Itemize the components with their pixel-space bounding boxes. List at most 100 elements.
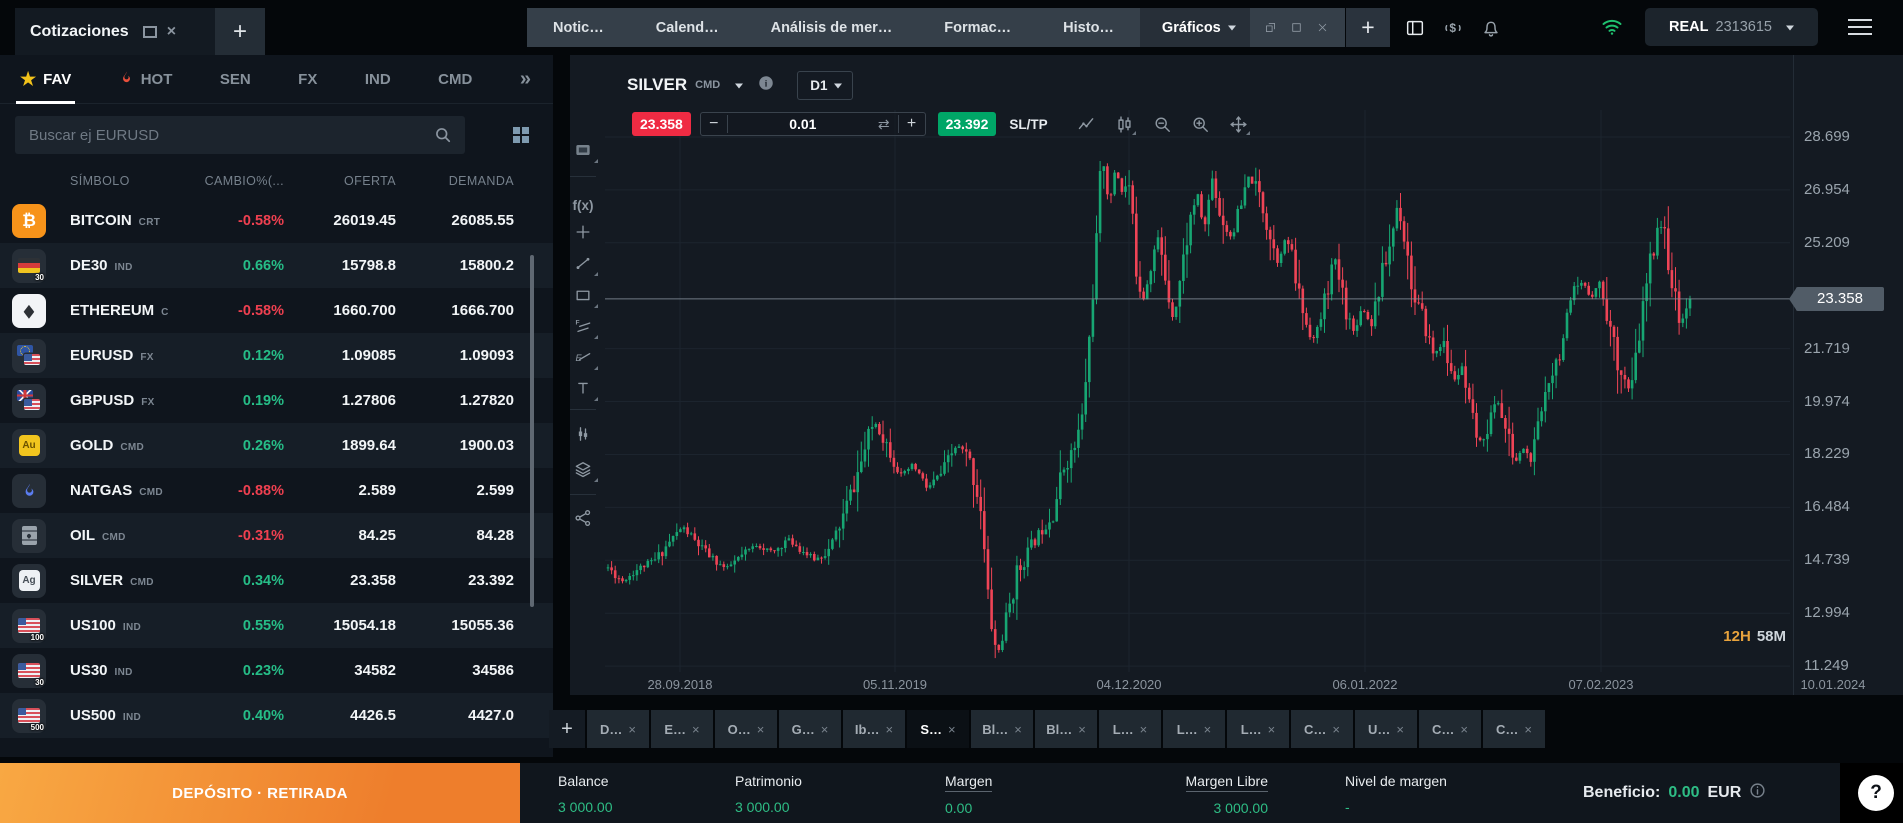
close-icon[interactable]: × bbox=[1014, 722, 1022, 737]
watchlist-row-US100[interactable]: 100US100IND0.55%15054.1815055.36 bbox=[0, 603, 553, 648]
swap-units-icon[interactable]: ⇄ bbox=[878, 116, 890, 133]
ask-price[interactable]: 26085.55 bbox=[396, 212, 514, 229]
add-instrument-tab-button[interactable]: + bbox=[549, 710, 585, 748]
watchlist-scrollbar[interactable] bbox=[530, 255, 534, 607]
instrument-tab-12[interactable]: U…× bbox=[1355, 710, 1417, 748]
tab-Anlisisdemer[interactable]: Análisis de mer… bbox=[745, 8, 919, 47]
instrument-tab-7[interactable]: Bl…× bbox=[1035, 710, 1097, 748]
bid-price[interactable]: 1.27806 bbox=[284, 392, 396, 409]
ask-price[interactable]: 23.392 bbox=[396, 572, 514, 589]
add-chart-tab-button[interactable]: + bbox=[1346, 8, 1390, 47]
column-symbol[interactable]: SÍMBOLO bbox=[70, 174, 198, 188]
line-chart-type-button[interactable] bbox=[1072, 111, 1100, 137]
bid-price[interactable]: 2.589 bbox=[284, 482, 396, 499]
bid-price[interactable]: 1899.64 bbox=[284, 437, 396, 454]
price-alert-icon[interactable]: $ bbox=[1442, 17, 1464, 39]
watchlist-tab-CMD[interactable]: CMD bbox=[438, 55, 472, 104]
tab-Formac[interactable]: Formac… bbox=[918, 8, 1037, 47]
volume-increase-button[interactable]: + bbox=[898, 115, 925, 133]
watchlist-tab-FX[interactable]: FX bbox=[298, 55, 317, 104]
column-bid[interactable]: OFERTA bbox=[284, 174, 396, 188]
close-icon[interactable]: × bbox=[167, 27, 176, 37]
watchlist-row-GBPUSD[interactable]: GBPUSDFX0.19%1.278061.27820 bbox=[0, 378, 553, 423]
account-selector[interactable]: REAL 2313615 bbox=[1645, 8, 1818, 46]
maximize-icon[interactable] bbox=[1290, 21, 1303, 34]
close-icon[interactable]: × bbox=[1078, 722, 1086, 737]
ask-price[interactable]: 1.09093 bbox=[396, 347, 514, 364]
deposit-button[interactable]: DEPÓSITO · RETIRADA bbox=[0, 763, 520, 823]
tabs-overflow-icon[interactable]: » bbox=[520, 68, 531, 91]
info-icon[interactable] bbox=[1749, 782, 1766, 804]
add-panel-tab-button[interactable]: + bbox=[215, 8, 265, 55]
tab-Calend[interactable]: Calend… bbox=[630, 8, 745, 47]
candlestick-type-button[interactable] bbox=[1110, 111, 1138, 137]
help-button[interactable]: ? bbox=[1858, 775, 1894, 811]
ask-price[interactable]: 84.28 bbox=[396, 527, 514, 544]
pan-button[interactable] bbox=[1224, 111, 1252, 137]
menu-icon[interactable] bbox=[1848, 19, 1872, 40]
watchlist-tab-IND[interactable]: IND bbox=[365, 55, 391, 104]
watchlist-tab-SEN[interactable]: SEN bbox=[220, 55, 251, 104]
tab-Histo[interactable]: Histo… bbox=[1037, 8, 1140, 47]
instrument-tab-8[interactable]: L…× bbox=[1099, 710, 1161, 748]
search-icon[interactable] bbox=[433, 125, 453, 150]
close-icon[interactable]: × bbox=[1332, 722, 1340, 737]
bid-price[interactable]: 84.25 bbox=[284, 527, 396, 544]
watchlist-row-US500[interactable]: 500US500IND0.40%4426.54427.0 bbox=[0, 693, 553, 738]
buy-button[interactable]: 23.392 bbox=[938, 112, 997, 136]
zoom-out-button[interactable] bbox=[1148, 111, 1176, 137]
search-input[interactable] bbox=[15, 116, 465, 154]
chevron-down-icon[interactable] bbox=[735, 83, 743, 92]
notifications-icon[interactable] bbox=[1480, 17, 1502, 39]
trendline-tool[interactable] bbox=[566, 248, 600, 278]
close-icon[interactable]: × bbox=[1524, 722, 1532, 737]
watchlist-row-SILVER[interactable]: AgSILVERCMD0.34%23.35823.392 bbox=[0, 558, 553, 603]
ask-price[interactable]: 1666.700 bbox=[396, 302, 514, 319]
text-tool-tool[interactable] bbox=[566, 373, 600, 403]
watchlist-tab-HOT[interactable]: HOT bbox=[119, 55, 173, 104]
crosshair-add-tool[interactable] bbox=[566, 217, 600, 247]
bid-price[interactable]: 15798.8 bbox=[284, 257, 396, 274]
shapes-tool[interactable] bbox=[566, 280, 600, 310]
close-icon[interactable]: × bbox=[1140, 722, 1148, 737]
elliott-waves-tool[interactable]: E bbox=[566, 342, 600, 372]
fibonacci-tool[interactable]: F bbox=[566, 311, 600, 341]
watchlist-row-GOLD[interactable]: AuGOLDCMD0.26%1899.641900.03 bbox=[0, 423, 553, 468]
bid-price[interactable]: 34582 bbox=[284, 662, 396, 679]
ask-price[interactable]: 15800.2 bbox=[396, 257, 514, 274]
indicators-tool[interactable]: f(x) bbox=[566, 190, 600, 220]
share-tool[interactable] bbox=[566, 503, 600, 533]
close-icon[interactable]: × bbox=[1268, 722, 1276, 737]
layers-tool[interactable] bbox=[566, 454, 600, 484]
panel-layout-icon[interactable] bbox=[1404, 17, 1426, 39]
instrument-tab-5[interactable]: S…× bbox=[907, 710, 969, 748]
ask-price[interactable]: 15055.36 bbox=[396, 617, 514, 634]
popout-icon[interactable] bbox=[1264, 21, 1277, 34]
zoom-in-button[interactable] bbox=[1186, 111, 1214, 137]
instrument-tab-0[interactable]: D…× bbox=[587, 710, 649, 748]
watchlist-row-US30[interactable]: 30US30IND0.23%3458234586 bbox=[0, 648, 553, 693]
column-ask[interactable]: DEMANDA bbox=[396, 174, 514, 188]
instrument-tab-4[interactable]: Ib…× bbox=[843, 710, 905, 748]
chart-settings-tool[interactable] bbox=[566, 419, 600, 449]
close-icon[interactable]: × bbox=[821, 722, 829, 737]
watchlist-row-BITCOIN[interactable]: ₿BITCOINCRT-0.58%26019.4526085.55 bbox=[0, 198, 553, 243]
candlestick-chart[interactable] bbox=[605, 110, 1790, 672]
close-icon[interactable]: × bbox=[757, 722, 765, 737]
bid-price[interactable]: 15054.18 bbox=[284, 617, 396, 634]
bid-price[interactable]: 26019.45 bbox=[284, 212, 396, 229]
watchlist-row-NATGAS[interactable]: NATGASCMD-0.88%2.5892.599 bbox=[0, 468, 553, 513]
volume-value[interactable]: 0.01 bbox=[728, 116, 878, 132]
instrument-tab-6[interactable]: Bl…× bbox=[971, 710, 1033, 748]
tab-graficos[interactable]: Gráficos bbox=[1140, 8, 1250, 47]
ask-price[interactable]: 1900.03 bbox=[396, 437, 514, 454]
instrument-tab-13[interactable]: C…× bbox=[1419, 710, 1481, 748]
quotes-panel-tab[interactable]: Cotizaciones × bbox=[15, 8, 225, 55]
instrument-tab-9[interactable]: L…× bbox=[1163, 710, 1225, 748]
screenshot-tool[interactable] bbox=[566, 135, 600, 165]
instrument-tab-14[interactable]: C…× bbox=[1483, 710, 1545, 748]
instrument-tab-1[interactable]: E…× bbox=[651, 710, 713, 748]
close-icon[interactable]: × bbox=[692, 722, 700, 737]
bid-price[interactable]: 4426.5 bbox=[284, 707, 396, 724]
close-icon[interactable]: × bbox=[628, 722, 636, 737]
